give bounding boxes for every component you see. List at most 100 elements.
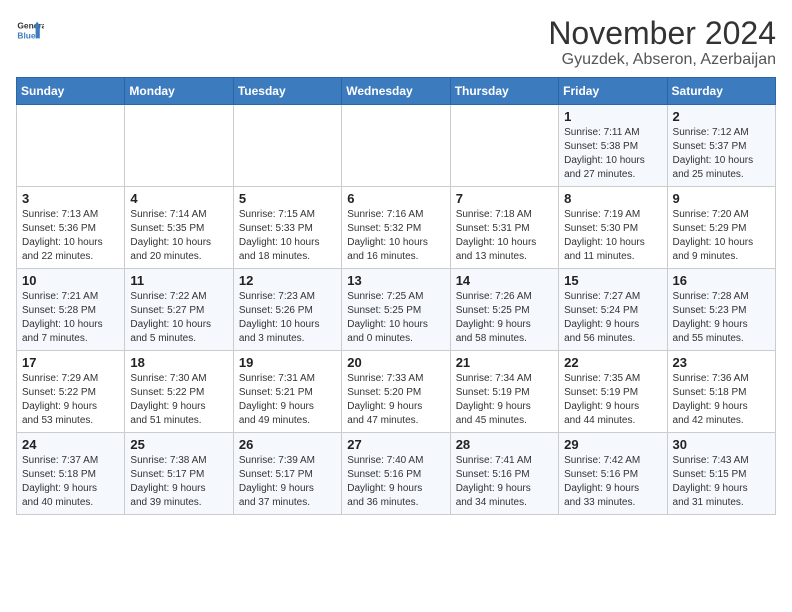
weekday-header-sunday: Sunday xyxy=(17,78,125,105)
weekday-header-friday: Friday xyxy=(559,78,667,105)
day-info: Sunrise: 7:43 AMSunset: 5:15 PMDaylight:… xyxy=(673,454,770,510)
calendar-cell: 6 Sunrise: 7:16 AMSunset: 5:32 PMDaylight… xyxy=(342,187,450,269)
day-info: Sunrise: 7:28 AMSunset: 5:23 PMDaylight:… xyxy=(673,290,770,346)
logo-icon: General Blue xyxy=(16,16,44,44)
day-number: 6 xyxy=(347,191,444,206)
day-info: Sunrise: 7:37 AMSunset: 5:18 PMDaylight:… xyxy=(22,454,119,510)
calendar-cell: 20 Sunrise: 7:33 AMSunset: 5:20 PMDayligh… xyxy=(342,351,450,433)
day-number: 20 xyxy=(347,355,444,370)
day-number: 19 xyxy=(239,355,336,370)
calendar-cell: 23Sunrise: 7:36 AMSunset: 5:18 PMDayligh… xyxy=(667,351,775,433)
location-title: Gyuzdek, Abseron, Azerbaijan xyxy=(548,51,776,69)
day-number: 15 xyxy=(564,273,661,288)
calendar-week-3: 10Sunrise: 7:21 AMSunset: 5:28 PMDayligh… xyxy=(17,269,776,351)
day-number: 5 xyxy=(239,191,336,206)
day-number: 2 xyxy=(673,109,770,124)
day-number: 13 xyxy=(347,273,444,288)
calendar-cell: 5Sunrise: 7:15 AMSunset: 5:33 PMDaylight… xyxy=(233,187,341,269)
calendar-cell: 16 Sunrise: 7:28 AMSunset: 5:23 PMDayligh… xyxy=(667,269,775,351)
month-title: November 2024 xyxy=(548,16,776,51)
weekday-header-monday: Monday xyxy=(125,78,233,105)
day-info: Sunrise: 7:38 AMSunset: 5:17 PMDaylight:… xyxy=(130,454,227,510)
day-number: 18 xyxy=(130,355,227,370)
calendar-cell: 3 Sunrise: 7:13 AMSunset: 5:36 PMDaylight… xyxy=(17,187,125,269)
weekday-header-thursday: Thursday xyxy=(450,78,558,105)
calendar-cell: 19 Sunrise: 7:31 AMSunset: 5:21 PMDayligh… xyxy=(233,351,341,433)
calendar-cell: 12 Sunrise: 7:23 AMSunset: 5:26 PMDayligh… xyxy=(233,269,341,351)
day-info: Sunrise: 7:29 AMSunset: 5:22 PMDaylight:… xyxy=(22,372,119,428)
day-info: Sunrise: 7:31 AMSunset: 5:21 PMDaylight:… xyxy=(239,372,336,428)
day-info: Sunrise: 7:27 AMSunset: 5:24 PMDaylight:… xyxy=(564,290,661,346)
calendar-cell: 2 Sunrise: 7:12 AMSunset: 5:37 PMDaylight… xyxy=(667,105,775,187)
day-info: Sunrise: 7:26 AMSunset: 5:25 PMDaylight:… xyxy=(456,290,553,346)
calendar-cell xyxy=(17,105,125,187)
day-number: 17 xyxy=(22,355,119,370)
calendar-week-4: 17 Sunrise: 7:29 AMSunset: 5:22 PMDayligh… xyxy=(17,351,776,433)
calendar-cell: 17 Sunrise: 7:29 AMSunset: 5:22 PMDayligh… xyxy=(17,351,125,433)
day-number: 21 xyxy=(456,355,553,370)
day-number: 11 xyxy=(130,273,227,288)
calendar-cell xyxy=(450,105,558,187)
calendar-cell: 9Sunrise: 7:20 AMSunset: 5:29 PMDaylight… xyxy=(667,187,775,269)
day-info: Sunrise: 7:16 AMSunset: 5:32 PMDaylight:… xyxy=(347,208,444,264)
day-number: 3 xyxy=(22,191,119,206)
day-number: 26 xyxy=(239,437,336,452)
svg-text:Blue: Blue xyxy=(17,30,35,40)
day-number: 27 xyxy=(347,437,444,452)
calendar-week-2: 3 Sunrise: 7:13 AMSunset: 5:36 PMDaylight… xyxy=(17,187,776,269)
calendar-cell: 27Sunrise: 7:40 AMSunset: 5:16 PMDayligh… xyxy=(342,433,450,515)
calendar-table: SundayMondayTuesdayWednesdayThursdayFrid… xyxy=(16,77,776,515)
day-number: 9 xyxy=(673,191,770,206)
day-info: Sunrise: 7:14 AMSunset: 5:35 PMDaylight:… xyxy=(130,208,227,264)
calendar-cell: 25Sunrise: 7:38 AMSunset: 5:17 PMDayligh… xyxy=(125,433,233,515)
calendar-cell: 30 Sunrise: 7:43 AMSunset: 5:15 PMDayligh… xyxy=(667,433,775,515)
weekday-header-wednesday: Wednesday xyxy=(342,78,450,105)
day-number: 14 xyxy=(456,273,553,288)
day-info: Sunrise: 7:30 AMSunset: 5:22 PMDaylight:… xyxy=(130,372,227,428)
day-info: Sunrise: 7:22 AMSunset: 5:27 PMDaylight:… xyxy=(130,290,227,346)
day-info: Sunrise: 7:33 AMSunset: 5:20 PMDaylight:… xyxy=(347,372,444,428)
day-number: 23 xyxy=(673,355,770,370)
title-block: November 2024 Gyuzdek, Abseron, Azerbaij… xyxy=(548,16,776,69)
day-number: 7 xyxy=(456,191,553,206)
calendar-cell: 10Sunrise: 7:21 AMSunset: 5:28 PMDayligh… xyxy=(17,269,125,351)
day-number: 1 xyxy=(564,109,661,124)
calendar-cell: 24 Sunrise: 7:37 AMSunset: 5:18 PMDayligh… xyxy=(17,433,125,515)
calendar-cell: 11 Sunrise: 7:22 AMSunset: 5:27 PMDayligh… xyxy=(125,269,233,351)
day-number: 24 xyxy=(22,437,119,452)
day-number: 30 xyxy=(673,437,770,452)
calendar-cell: 14 Sunrise: 7:26 AMSunset: 5:25 PMDayligh… xyxy=(450,269,558,351)
day-info: Sunrise: 7:13 AMSunset: 5:36 PMDaylight:… xyxy=(22,208,119,264)
day-number: 12 xyxy=(239,273,336,288)
calendar-cell xyxy=(125,105,233,187)
logo: General Blue xyxy=(16,16,44,44)
calendar-cell: 7 Sunrise: 7:18 AMSunset: 5:31 PMDaylight… xyxy=(450,187,558,269)
day-info: Sunrise: 7:42 AMSunset: 5:16 PMDaylight:… xyxy=(564,454,661,510)
day-info: Sunrise: 7:25 AMSunset: 5:25 PMDaylight:… xyxy=(347,290,444,346)
weekday-header-saturday: Saturday xyxy=(667,78,775,105)
day-info: Sunrise: 7:19 AMSunset: 5:30 PMDaylight:… xyxy=(564,208,661,264)
day-info: Sunrise: 7:35 AMSunset: 5:19 PMDaylight:… xyxy=(564,372,661,428)
day-number: 4 xyxy=(130,191,227,206)
calendar-cell: 21 Sunrise: 7:34 AMSunset: 5:19 PMDayligh… xyxy=(450,351,558,433)
page-header: General Blue November 2024 Gyuzdek, Abse… xyxy=(16,16,776,69)
day-info: Sunrise: 7:23 AMSunset: 5:26 PMDaylight:… xyxy=(239,290,336,346)
day-number: 28 xyxy=(456,437,553,452)
day-number: 16 xyxy=(673,273,770,288)
day-info: Sunrise: 7:21 AMSunset: 5:28 PMDaylight:… xyxy=(22,290,119,346)
day-info: Sunrise: 7:34 AMSunset: 5:19 PMDaylight:… xyxy=(456,372,553,428)
calendar-cell: 26 Sunrise: 7:39 AMSunset: 5:17 PMDayligh… xyxy=(233,433,341,515)
day-number: 22 xyxy=(564,355,661,370)
calendar-cell: 4 Sunrise: 7:14 AMSunset: 5:35 PMDaylight… xyxy=(125,187,233,269)
calendar-week-5: 24 Sunrise: 7:37 AMSunset: 5:18 PMDayligh… xyxy=(17,433,776,515)
calendar-cell: 29 Sunrise: 7:42 AMSunset: 5:16 PMDayligh… xyxy=(559,433,667,515)
calendar-cell: 15 Sunrise: 7:27 AMSunset: 5:24 PMDayligh… xyxy=(559,269,667,351)
calendar-cell: 18 Sunrise: 7:30 AMSunset: 5:22 PMDayligh… xyxy=(125,351,233,433)
calendar-cell: 8Sunrise: 7:19 AMSunset: 5:30 PMDaylight… xyxy=(559,187,667,269)
calendar-cell xyxy=(342,105,450,187)
day-number: 29 xyxy=(564,437,661,452)
day-info: Sunrise: 7:12 AMSunset: 5:37 PMDaylight:… xyxy=(673,126,770,182)
day-info: Sunrise: 7:39 AMSunset: 5:17 PMDaylight:… xyxy=(239,454,336,510)
weekday-header-tuesday: Tuesday xyxy=(233,78,341,105)
day-info: Sunrise: 7:18 AMSunset: 5:31 PMDaylight:… xyxy=(456,208,553,264)
